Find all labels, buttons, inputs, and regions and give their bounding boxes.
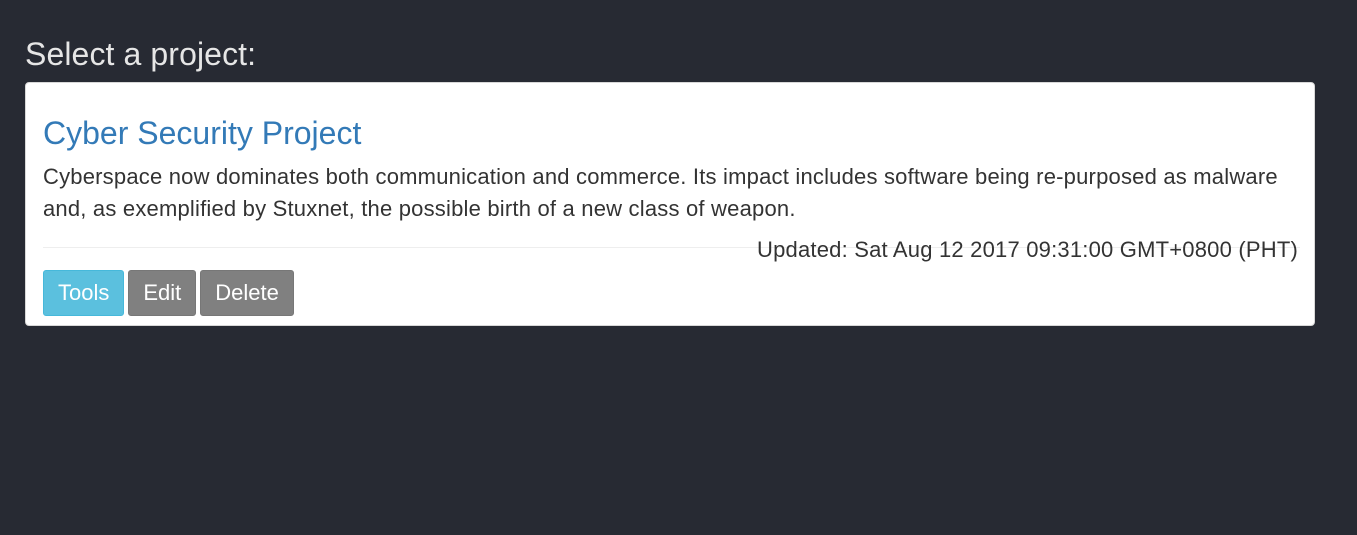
edit-button[interactable]: Edit [128, 270, 197, 316]
project-title-link[interactable]: Cyber Security Project [43, 113, 361, 153]
delete-button[interactable]: Delete [200, 270, 294, 316]
page-heading: Select a project: [25, 36, 257, 72]
project-selection-page: Select a project: Cyber Security Project… [0, 0, 1357, 535]
project-actions: Tools Edit Delete [43, 270, 294, 316]
tools-button[interactable]: Tools [43, 270, 125, 316]
project-updated-timestamp: Updated: Sat Aug 12 2017 09:31:00 GMT+08… [757, 237, 1298, 262]
project-description: Cyberspace now dominates both communicat… [43, 164, 1278, 221]
project-card: Cyber Security Project Cyberspace now do… [25, 82, 1315, 326]
